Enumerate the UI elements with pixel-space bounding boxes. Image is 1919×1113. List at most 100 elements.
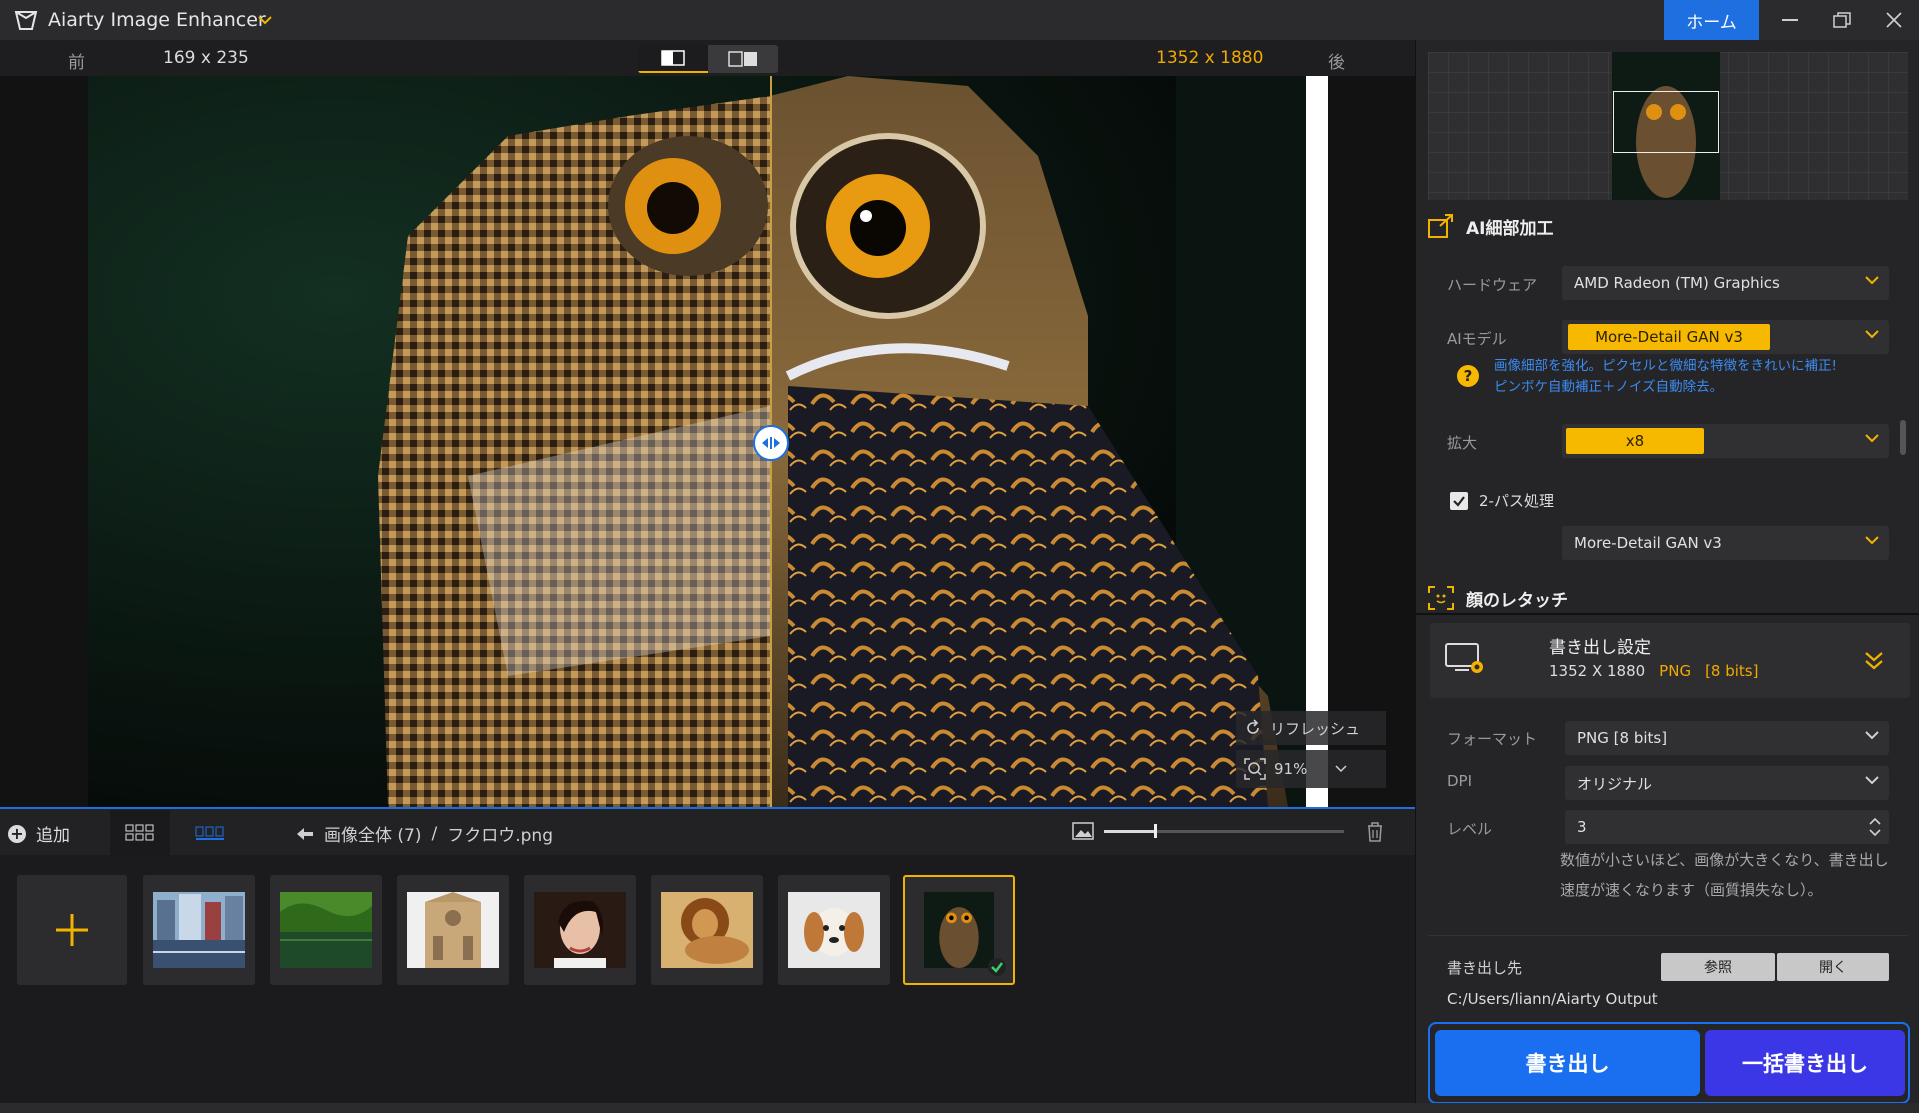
level-label: レベル — [1447, 820, 1493, 838]
breadcrumb: 画像全体 (7) / フクロウ.png — [296, 821, 553, 846]
add-label: 追加 — [36, 826, 70, 846]
collapse-chevron-icon[interactable] — [1864, 650, 1884, 672]
before-size: 169 x 235 — [163, 48, 249, 68]
ai-model-description-line1: 画像細部を強化。ピクセルと微細な特徴をきれいに補正! — [1494, 358, 1837, 374]
two-pass-checkbox[interactable] — [1449, 491, 1469, 511]
two-pass-checkbox-row[interactable]: 2-パス処理 — [1449, 490, 1554, 511]
format-label: フォーマット — [1447, 730, 1538, 748]
grid-view-button[interactable] — [110, 810, 170, 855]
refresh-button[interactable]: リフレッシュ — [1236, 711, 1386, 745]
app-window: Aiarty Image Enhancer ホーム 前 169 x 235 13… — [0, 0, 1919, 1113]
export-button[interactable]: 書き出し — [1435, 1030, 1700, 1096]
stepper-arrows-icon[interactable] — [1869, 816, 1881, 838]
strip-view-button[interactable] — [180, 810, 240, 855]
woman-portrait-thumbnail — [534, 892, 626, 968]
zoom-value: 91% — [1274, 760, 1308, 778]
app-title: Aiarty Image Enhancer — [48, 9, 266, 31]
back-arrow-icon[interactable] — [296, 827, 314, 841]
breadcrumb-separator: / — [431, 823, 438, 844]
two-pass-chevron-down-icon — [1865, 536, 1879, 545]
add-plus-icon: + — [8, 824, 26, 843]
hardware-label: ハードウェア — [1447, 276, 1538, 294]
thumbnail-size-slider-fill — [1104, 830, 1156, 833]
ai-detail-section-header[interactable]: AI細部加工 — [1428, 206, 1553, 246]
after-label: 後 — [1328, 53, 1345, 73]
restore-icon[interactable] — [1820, 4, 1864, 36]
ai-model-chevron-down-icon — [1865, 330, 1879, 339]
format-select[interactable]: PNG [8 bits] — [1565, 721, 1889, 755]
export-destination-label: 書き出し先 — [1447, 959, 1523, 977]
home-button[interactable]: ホーム — [1664, 0, 1759, 40]
side-by-side-icon — [728, 51, 757, 67]
lion-thumbnail — [661, 892, 753, 968]
face-retouch-section-header[interactable]: 顔のレタッチ — [1428, 578, 1568, 618]
split-view-button[interactable] — [638, 45, 708, 73]
gallery-thumb-woman-portrait[interactable] — [524, 875, 636, 985]
dpi-select[interactable]: オリジナル — [1565, 766, 1889, 800]
after-size: 1352 x 1880 — [1156, 48, 1264, 68]
hardware-chevron-down-icon — [1865, 276, 1879, 285]
gallery-thumb-lion[interactable] — [651, 875, 763, 985]
gallery-thumb-cathedral[interactable] — [397, 875, 509, 985]
section-divider — [1415, 613, 1919, 615]
browse-button[interactable]: 参照 — [1661, 953, 1775, 981]
image-size-icon — [1072, 822, 1094, 840]
preview-area[interactable] — [0, 76, 1415, 807]
zoom-control[interactable]: 91% — [1236, 750, 1386, 788]
thumbnail-size-slider-knob[interactable] — [1154, 824, 1157, 838]
app-menu-chevron-icon[interactable] — [258, 11, 272, 29]
ai-model-value: More-Detail GAN v3 — [1568, 324, 1770, 350]
gallery-thumb-owl[interactable] — [903, 875, 1015, 985]
side-by-side-button[interactable] — [708, 45, 778, 73]
export-settings-summary: 1352 X 1880 PNG [8 bits] — [1549, 662, 1758, 680]
refresh-label: リフレッシュ — [1270, 719, 1361, 738]
two-pass-model-select[interactable]: More-Detail GAN v3 — [1562, 526, 1889, 560]
zoom-chevron-down-icon[interactable] — [1335, 765, 1347, 773]
export-path: C:/Users/liann/Aiarty Output — [1447, 990, 1658, 1008]
split-drag-handle[interactable] — [753, 425, 789, 461]
owl-thumbnail — [924, 891, 994, 969]
export-bits: [8 bits] — [1705, 662, 1759, 680]
app-logo-icon — [14, 11, 38, 30]
ai-model-select[interactable]: More-Detail GAN v3 — [1562, 320, 1889, 354]
gallery-thumb-dog[interactable] — [778, 875, 890, 985]
drag-arrows-icon — [762, 437, 780, 449]
hardware-select[interactable]: AMD Radeon (TM) Graphics — [1562, 266, 1889, 300]
before-label: 前 — [68, 53, 85, 73]
batch-export-button[interactable]: 一括書き出し — [1705, 1030, 1905, 1096]
minimize-icon[interactable] — [1768, 4, 1812, 36]
gallery-thumb-forest-lake[interactable] — [270, 875, 382, 985]
breadcrumb-all-images[interactable]: 画像全体 (7) — [324, 821, 421, 846]
scale-label: 拡大 — [1447, 434, 1478, 452]
open-folder-button[interactable]: 開く — [1777, 953, 1889, 981]
gallery-thumb-city[interactable] — [143, 875, 255, 985]
level-stepper[interactable]: 3 — [1565, 810, 1889, 844]
gallery-add-button[interactable] — [17, 875, 127, 985]
navigator-viewport-frame[interactable] — [1613, 91, 1719, 153]
city-thumbnail — [153, 892, 245, 968]
scale-select[interactable]: x8 — [1562, 424, 1889, 458]
cathedral-thumbnail — [407, 892, 499, 968]
ai-model-label: AIモデル — [1447, 330, 1507, 348]
ai-model-description-line2: ピンボケ自動補正＋ノイズ自動除去。 — [1494, 379, 1724, 395]
level-value: 3 — [1577, 818, 1587, 836]
settings-scrollbar[interactable] — [1900, 420, 1906, 455]
scale-value: x8 — [1566, 428, 1704, 454]
dog-thumbnail — [788, 892, 880, 968]
hardware-value: AMD Radeon (TM) Graphics — [1574, 274, 1780, 292]
add-image-button[interactable]: + 追加 — [8, 821, 70, 846]
export-settings-card[interactable] — [1430, 623, 1910, 698]
grid-view-icon — [125, 824, 154, 840]
two-pass-model-value: More-Detail GAN v3 — [1574, 534, 1722, 552]
status-bar — [0, 1103, 1919, 1113]
owl-preview-image — [88, 76, 1328, 807]
trash-icon[interactable] — [1366, 822, 1384, 842]
format-chevron-down-icon — [1865, 731, 1879, 740]
close-icon[interactable] — [1872, 4, 1916, 36]
enhance-icon — [1428, 214, 1453, 238]
help-question-icon[interactable]: ? — [1457, 365, 1479, 387]
export-settings-title: 書き出し設定 — [1549, 638, 1651, 658]
forest-lake-thumbnail — [280, 892, 372, 968]
export-size: 1352 X 1880 — [1549, 662, 1646, 680]
selected-check-icon — [988, 958, 1006, 976]
